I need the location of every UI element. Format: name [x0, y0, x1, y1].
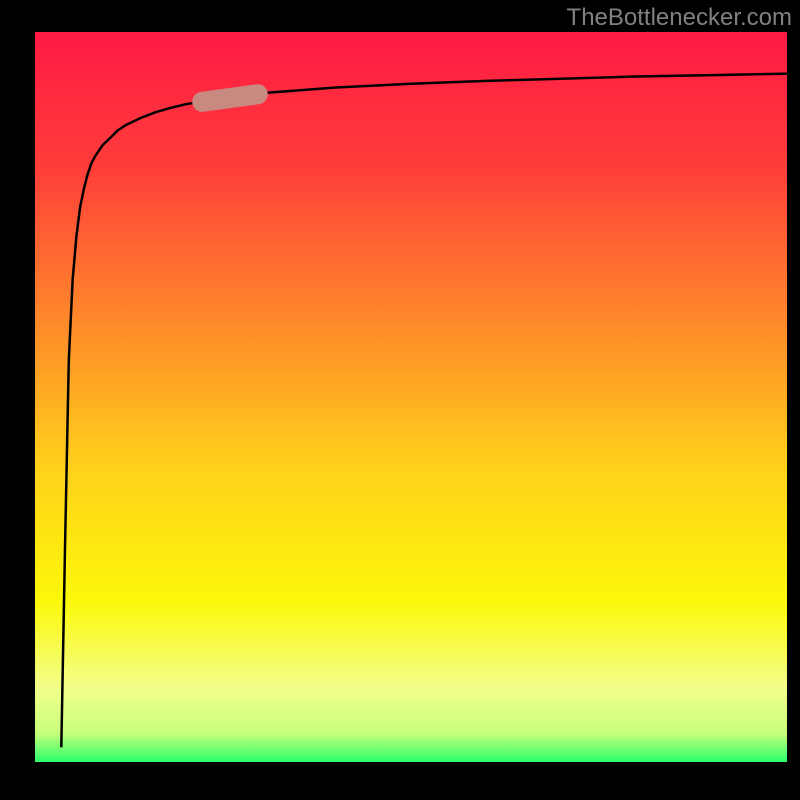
- bottleneck-curve-line: [61, 74, 787, 748]
- plot-area: [35, 32, 787, 762]
- attribution-label: TheBottlenecker.com: [567, 4, 792, 32]
- curve-overlay: [35, 32, 787, 762]
- chart-container: TheBottlenecker.com: [0, 0, 800, 800]
